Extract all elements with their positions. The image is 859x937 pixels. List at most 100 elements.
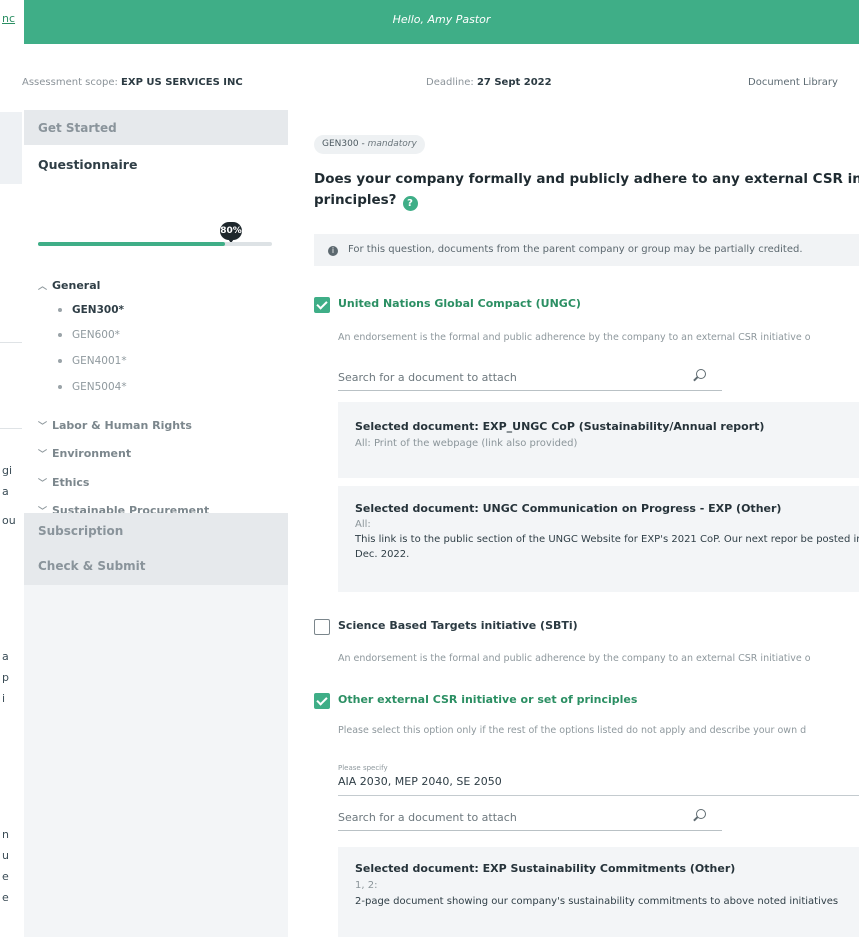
background-text-fragment: u xyxy=(2,849,9,862)
deadline-value: 27 Sept 2022 xyxy=(476,77,552,88)
document-library-link[interactable]: Document Library xyxy=(748,77,838,88)
background-divider xyxy=(0,428,22,429)
background-text-fragment: e xyxy=(2,870,9,883)
question-code-tag: GEN300 - mandatory xyxy=(314,135,425,154)
question-item-gen5004[interactable]: GEN5004* xyxy=(58,381,127,393)
progress-bar xyxy=(38,242,272,246)
document-comment: 2-page document showing our company's su… xyxy=(355,896,839,907)
background-text-fragment: ou xyxy=(2,514,16,527)
info-banner: i For this question, documents from the p… xyxy=(314,234,859,266)
option-description: An endorsement is the formal and public … xyxy=(338,653,811,664)
search-placeholder: Search for a document to attach xyxy=(338,811,517,824)
background-text-fragment: a xyxy=(2,650,9,663)
background-text-fragment: e xyxy=(2,891,9,904)
background-text-fragment: a xyxy=(2,485,9,498)
document-title: Selected document: UNGC Communication on… xyxy=(355,502,782,515)
question-code: GEN300 xyxy=(322,139,359,149)
sidebar-item-check-submit[interactable]: Check & Submit xyxy=(24,549,288,585)
category-label: Labor & Human Rights xyxy=(52,419,192,432)
specify-value: AIA 2030, MEP 2040, SE 2050 xyxy=(338,775,502,788)
document-comment: This link is to the public section of th… xyxy=(355,534,859,560)
sidebar-item-subscription[interactable]: Subscription xyxy=(24,513,288,549)
bullet-icon xyxy=(58,359,62,363)
assessment-scope: Assessment scope: EXP US SERVICES INC xyxy=(22,77,243,88)
sidebar-item-label: Subscription xyxy=(38,524,124,538)
checkbox-ungc[interactable] xyxy=(314,297,330,313)
option-label: United Nations Global Compact (UNGC) xyxy=(338,297,581,310)
sidebar-questionnaire: Questionnaire 80% ︿ General GEN300* GEN60… xyxy=(24,145,288,517)
document-search-input[interactable]: Search for a document to attach xyxy=(338,368,722,391)
question-item-gen300[interactable]: GEN300* xyxy=(58,304,124,316)
assessment-app: Hello, Amy Pastor Assessment scope: EXP … xyxy=(22,0,859,937)
option-label: Science Based Targets initiative (SBTi) xyxy=(338,619,578,632)
deadline-label: Deadline: xyxy=(426,77,474,88)
document-search-input[interactable]: Search for a document to attach xyxy=(338,808,722,831)
sidebar-item-label: Check & Submit xyxy=(38,559,146,573)
question-text-line2: principles? xyxy=(314,192,397,208)
option-description: Please select this option only if the re… xyxy=(338,725,807,736)
deadline: Deadline: 27 Sept 2022 xyxy=(426,77,552,88)
background-text-fragment: i xyxy=(2,692,6,705)
search-placeholder: Search for a document to attach xyxy=(338,371,517,384)
document-comment: All: Print of the webpage (link also pro… xyxy=(355,438,578,449)
chevron-down-icon: ﹀ xyxy=(38,450,48,460)
option-label: Other external CSR initiative or set of … xyxy=(338,693,638,706)
info-icon: i xyxy=(328,246,338,256)
sidebar-item-label: Get Started xyxy=(38,121,117,135)
background-text-fragment: gi xyxy=(2,464,13,477)
bullet-icon xyxy=(58,385,62,389)
category-label: Ethics xyxy=(52,476,90,489)
question-label: GEN4001* xyxy=(72,355,127,367)
question-label: GEN300* xyxy=(72,304,124,316)
search-icon[interactable] xyxy=(696,369,706,379)
selected-document-card: Selected document: UNGC Communication on… xyxy=(338,486,859,592)
search-icon[interactable] xyxy=(696,809,706,819)
help-icon[interactable]: ? xyxy=(402,196,418,211)
option-description: An endorsement is the formal and public … xyxy=(338,332,811,343)
background-divider xyxy=(0,342,22,343)
question-text-line1: Does your company formally and publicly … xyxy=(314,171,859,187)
info-text: For this question, documents from the pa… xyxy=(348,244,803,255)
category-environment[interactable]: ﹀ Environment xyxy=(38,447,131,460)
progress-badge: 80% xyxy=(220,222,242,243)
document-comment-label: 1, 2: xyxy=(355,880,378,891)
chevron-up-icon: ︿ xyxy=(38,282,48,292)
progress-fill xyxy=(38,242,226,246)
background-text-fragment: p xyxy=(2,671,9,684)
category-ethics[interactable]: ﹀ Ethics xyxy=(38,476,89,489)
bullet-icon xyxy=(58,308,62,312)
assessment-subheader: Assessment scope: EXP US SERVICES INC De… xyxy=(22,44,859,111)
category-label: General xyxy=(52,279,101,292)
checkbox-sbti[interactable] xyxy=(314,619,330,635)
top-bar: Hello, Amy Pastor xyxy=(24,0,859,44)
question-label: GEN600* xyxy=(72,329,120,341)
category-label: Environment xyxy=(52,447,132,460)
background-panel xyxy=(0,112,22,184)
question-text: Does your company formally and publicly … xyxy=(314,169,859,211)
category-general[interactable]: ︿ General xyxy=(38,279,100,292)
document-comment-label: All: xyxy=(355,519,371,530)
sidebar: Get Started Questionnaire 80% ︿ General G… xyxy=(24,110,288,937)
question-panel: GEN300 - mandatory Does your company for… xyxy=(288,110,859,937)
scope-value: EXP US SERVICES INC xyxy=(121,77,243,88)
background-text-fragment: n xyxy=(2,828,9,841)
category-labor[interactable]: ﹀ Labor & Human Rights xyxy=(38,419,192,432)
chevron-down-icon: ﹀ xyxy=(38,422,48,432)
sidebar-item-get-started[interactable]: Get Started xyxy=(24,110,288,145)
selected-document-card: Selected document: EXP_UNGC CoP (Sustain… xyxy=(338,402,859,478)
chevron-down-icon: ﹀ xyxy=(38,479,48,489)
background-link-fragment[interactable]: nc xyxy=(2,12,15,25)
mandatory-label: mandatory xyxy=(367,139,417,149)
checkbox-other[interactable] xyxy=(314,693,330,709)
user-greeting: Hello, Amy Pastor xyxy=(392,13,491,26)
background-page-strip: nc gi a ou a p i n u e e xyxy=(0,0,25,937)
specify-label: Please specify xyxy=(338,764,388,772)
document-title: Selected document: EXP_UNGC CoP (Sustain… xyxy=(355,420,765,433)
question-item-gen4001[interactable]: GEN4001* xyxy=(58,355,127,367)
specify-input[interactable]: AIA 2030, MEP 2040, SE 2050 xyxy=(338,775,859,796)
selected-document-card: Selected document: EXP Sustainability Co… xyxy=(338,847,859,937)
question-item-gen600[interactable]: GEN600* xyxy=(58,329,120,341)
bullet-icon xyxy=(58,333,62,337)
sidebar-item-questionnaire[interactable]: Questionnaire xyxy=(38,157,137,172)
document-title: Selected document: EXP Sustainability Co… xyxy=(355,862,736,875)
